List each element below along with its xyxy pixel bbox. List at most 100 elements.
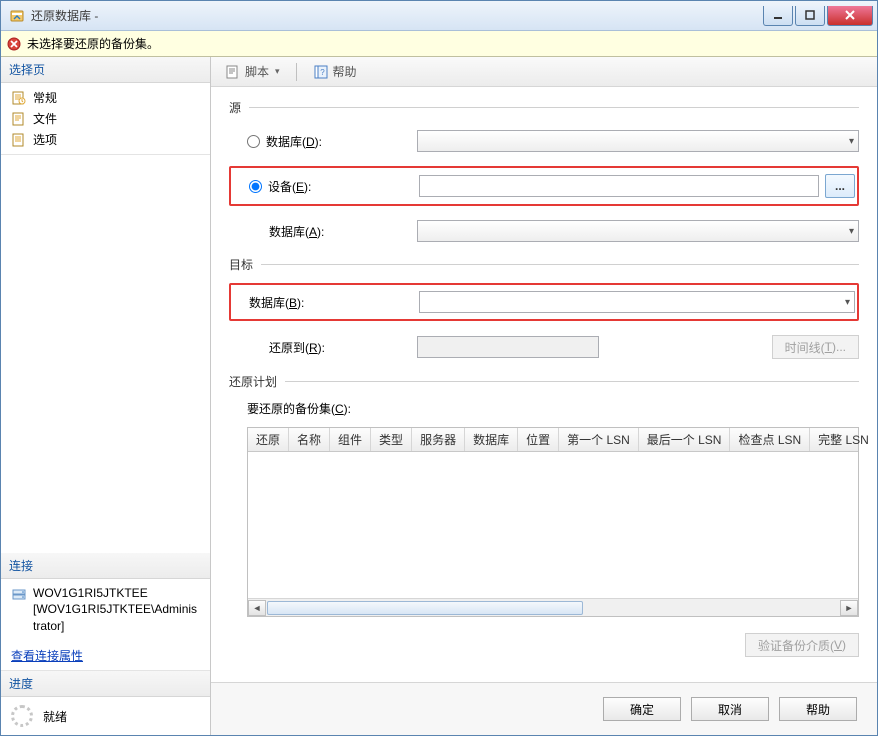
- source-subdatabase-row: 数据库(A): ▾: [229, 216, 859, 246]
- select-page-header: 选择页: [1, 57, 210, 83]
- target-legend-row: 目标: [229, 256, 859, 273]
- backup-sets-label: 要还原的备份集(C):: [229, 400, 859, 417]
- maximize-button[interactable]: [795, 6, 825, 26]
- script-icon: [225, 64, 241, 80]
- script-button[interactable]: 脚本 ▾: [219, 61, 286, 82]
- sub-database-label: 数据库(A):: [247, 223, 417, 240]
- page-icon: [11, 90, 27, 106]
- toolbar: 脚本 ▾ ? 帮助: [211, 57, 877, 87]
- body-area: 选择页 常规 文件 选项: [1, 57, 877, 735]
- chevron-down-icon: ▾: [849, 136, 854, 147]
- help-icon: ?: [313, 64, 329, 80]
- source-subdatabase-combo[interactable]: ▾: [417, 220, 859, 242]
- server-name: WOV1G1RI5JTKTEE: [33, 585, 200, 602]
- col-lastlsn[interactable]: 最后一个 LSN: [639, 428, 731, 451]
- col-component[interactable]: 组件: [330, 428, 371, 451]
- progress-status: 就绪: [43, 708, 67, 725]
- timeline-button: 时间线(T)...: [772, 335, 859, 359]
- separator: [296, 63, 297, 81]
- radio-database[interactable]: [247, 135, 260, 148]
- col-restore[interactable]: 还原: [248, 428, 289, 451]
- col-database[interactable]: 数据库: [465, 428, 518, 451]
- help-button[interactable]: ? 帮助: [307, 61, 363, 82]
- minimize-button[interactable]: [763, 6, 793, 26]
- target-database-combo[interactable]: ▾: [419, 291, 855, 313]
- col-firstlsn[interactable]: 第一个 LSN: [559, 428, 639, 451]
- scroll-right-button[interactable]: ►: [840, 600, 858, 616]
- col-position[interactable]: 位置: [518, 428, 559, 451]
- source-database-radio[interactable]: 数据库(D):: [247, 133, 417, 150]
- chevron-down-icon: ▾: [275, 66, 280, 77]
- device-input[interactable]: [419, 175, 819, 197]
- progress-section: 进度 就绪: [1, 671, 210, 735]
- plan-actions: 验证备份介质(V): [229, 627, 859, 659]
- close-button[interactable]: [827, 6, 873, 26]
- user-name: [WOV1G1RI5JTKTEE\Administrator]: [33, 601, 200, 635]
- page-item-files[interactable]: 文件: [1, 108, 210, 129]
- target-database-row: 数据库(B): ▾: [233, 287, 855, 317]
- window-buttons: [761, 6, 873, 26]
- page-item-general[interactable]: 常规: [1, 87, 210, 108]
- restore-to-label: 还原到(R):: [247, 339, 417, 356]
- plan-legend: 还原计划: [229, 373, 277, 390]
- progress-spinner-icon: [11, 705, 33, 727]
- source-device-radio[interactable]: 设备(E):: [249, 178, 419, 195]
- progress-header: 进度: [1, 671, 210, 697]
- grid-header: 还原 名称 组件 类型 服务器 数据库 位置 第一个 LSN 最后一个 LSN …: [248, 428, 858, 452]
- help-footer-button[interactable]: 帮助: [779, 697, 857, 721]
- col-cplsn[interactable]: 检查点 LSN: [730, 428, 810, 451]
- view-connection-link[interactable]: 查看连接属性: [1, 641, 93, 670]
- chevron-down-icon: ▾: [849, 226, 854, 237]
- dialog-footer: 确定 取消 帮助: [211, 682, 877, 735]
- left-pane: 选择页 常规 文件 选项: [1, 57, 211, 735]
- page-icon: [11, 132, 27, 148]
- plan-legend-row: 还原计划: [229, 373, 859, 390]
- browse-device-button[interactable]: ...: [825, 174, 855, 198]
- grid-body: [248, 452, 858, 598]
- connection-section: 连接 WOV1G1RI5JTKTEE [WOV1G1RI5JTKTEE\Admi…: [1, 553, 210, 671]
- device-highlight: 设备(E): ...: [229, 166, 859, 206]
- restore-to-input: [417, 336, 599, 358]
- backup-sets-grid[interactable]: 还原 名称 组件 类型 服务器 数据库 位置 第一个 LSN 最后一个 LSN …: [247, 427, 859, 617]
- app-icon: [9, 8, 25, 24]
- source-device-row: 设备(E): ...: [233, 170, 855, 202]
- ok-button[interactable]: 确定: [603, 697, 681, 721]
- verify-media-button: 验证备份介质(V): [745, 633, 859, 657]
- target-database-label: 数据库(B):: [243, 294, 419, 311]
- scroll-left-button[interactable]: ◄: [248, 600, 266, 616]
- connection-header: 连接: [1, 553, 210, 579]
- source-database-row: 数据库(D): ▾: [229, 126, 859, 156]
- radio-device[interactable]: [249, 180, 262, 193]
- main-content: 源 数据库(D): ▾ 设备(E):: [211, 87, 877, 682]
- scroll-track[interactable]: [266, 600, 840, 616]
- target-legend: 目标: [229, 256, 253, 273]
- page-label: 常规: [33, 89, 57, 106]
- page-label: 选项: [33, 131, 57, 148]
- right-pane: 脚本 ▾ ? 帮助 源 数据库(D):: [211, 57, 877, 735]
- col-server[interactable]: 服务器: [412, 428, 465, 451]
- titlebar: 还原数据库 -: [1, 1, 877, 31]
- server-icon: [11, 587, 27, 603]
- page-item-options[interactable]: 选项: [1, 129, 210, 150]
- target-database-highlight: 数据库(B): ▾: [229, 283, 859, 321]
- restore-to-row: 还原到(R): 时间线(T)...: [229, 331, 859, 363]
- cancel-button[interactable]: 取消: [691, 697, 769, 721]
- error-text: 未选择要还原的备份集。: [27, 35, 159, 52]
- source-legend-row: 源: [229, 99, 859, 116]
- page-icon: [11, 111, 27, 127]
- page-label: 文件: [33, 110, 57, 127]
- connection-info: WOV1G1RI5JTKTEE [WOV1G1RI5JTKTEE\Adminis…: [33, 585, 200, 635]
- horizontal-scrollbar[interactable]: ◄ ►: [248, 598, 858, 616]
- scroll-thumb[interactable]: [267, 601, 583, 615]
- svg-text:?: ?: [320, 68, 325, 77]
- source-legend: 源: [229, 99, 241, 116]
- error-icon: [7, 37, 21, 51]
- col-name[interactable]: 名称: [289, 428, 330, 451]
- col-type[interactable]: 类型: [371, 428, 412, 451]
- error-strip: 未选择要还原的备份集。: [1, 31, 877, 57]
- chevron-down-icon: ▾: [845, 297, 850, 308]
- window-title: 还原数据库 -: [31, 7, 761, 24]
- col-fulllsn[interactable]: 完整 LSN: [810, 428, 877, 451]
- select-page-section: 选择页 常规 文件 选项: [1, 57, 210, 155]
- source-database-combo[interactable]: ▾: [417, 130, 859, 152]
